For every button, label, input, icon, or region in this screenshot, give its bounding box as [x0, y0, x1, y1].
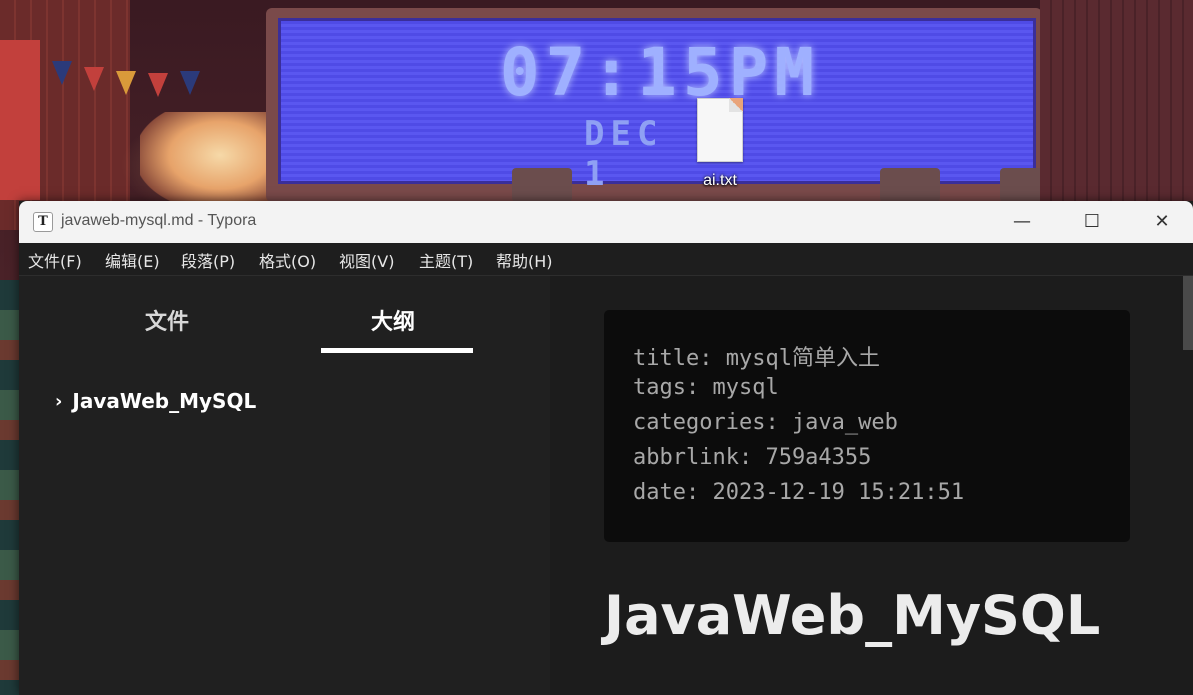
- editor-pane[interactable]: title: mysql简单入土 tags: mysql categories:…: [550, 276, 1193, 695]
- front-matter-tags: tags: mysql: [633, 375, 779, 400]
- menu-file[interactable]: 文件(F): [28, 248, 82, 272]
- typora-app-icon: T: [33, 212, 53, 232]
- editor-scrollbar[interactable]: [1183, 276, 1193, 695]
- menu-help[interactable]: 帮助(H): [496, 248, 553, 272]
- typora-window: T javaweb-mysql.md - Typora — ☐ ✕ 文件(F) …: [19, 201, 1193, 695]
- menu-bar: 文件(F) 编辑(E) 段落(P) 格式(O) 视图(V) 主题(T) 帮助(H…: [19, 243, 1193, 276]
- tab-outline[interactable]: 大纲: [371, 304, 415, 336]
- wallpaper-pennants: [20, 55, 240, 97]
- minimize-button[interactable]: —: [987, 201, 1057, 243]
- outline-item-label: JavaWeb_MySQL: [72, 389, 257, 413]
- tab-files[interactable]: 文件: [145, 304, 189, 336]
- menu-format[interactable]: 格式(O): [259, 248, 316, 272]
- wallpaper-clock-date: DEC 1: [584, 114, 664, 194]
- scrollbar-thumb[interactable]: [1183, 276, 1193, 350]
- wallpaper-speaker: [512, 168, 572, 202]
- menu-theme[interactable]: 主题(T): [419, 248, 473, 272]
- chevron-right-icon[interactable]: ›: [55, 391, 62, 412]
- wallpaper-speaker: [880, 168, 940, 202]
- window-title: javaweb-mysql.md - Typora: [61, 212, 257, 229]
- close-button[interactable]: ✕: [1127, 201, 1193, 243]
- front-matter-title: title: mysql简单入土: [633, 346, 880, 371]
- document-heading[interactable]: JavaWeb_MySQL: [604, 584, 1100, 647]
- front-matter-block[interactable]: title: mysql简单入土 tags: mysql categories:…: [604, 310, 1130, 542]
- menu-view[interactable]: 视图(V): [339, 248, 394, 272]
- menu-paragraph[interactable]: 段落(P): [181, 248, 235, 272]
- sidebar: 文件 大纲 › JavaWeb_MySQL: [19, 276, 550, 695]
- active-tab-indicator: [321, 348, 473, 353]
- front-matter-abbrlink: abbrlink: 759a4355: [633, 445, 872, 470]
- title-bar[interactable]: T javaweb-mysql.md - Typora — ☐ ✕: [19, 201, 1193, 243]
- wallpaper-right-building: [1040, 0, 1193, 205]
- menu-edit[interactable]: 编辑(E): [105, 248, 160, 272]
- maximize-button[interactable]: ☐: [1057, 201, 1127, 243]
- front-matter-date: date: 2023-12-19 15:21:51: [633, 480, 965, 505]
- desktop-icon-label: ai.txt: [703, 172, 737, 189]
- wallpaper-left-strip: [0, 280, 20, 695]
- wallpaper-clock-time: 07:15PM: [499, 34, 821, 111]
- front-matter-categories: categories: java_web: [633, 410, 898, 435]
- desktop-file-ai-txt[interactable]: ai.txt: [690, 98, 750, 190]
- text-file-icon: [697, 98, 743, 162]
- outline-item[interactable]: › JavaWeb_MySQL: [55, 389, 256, 413]
